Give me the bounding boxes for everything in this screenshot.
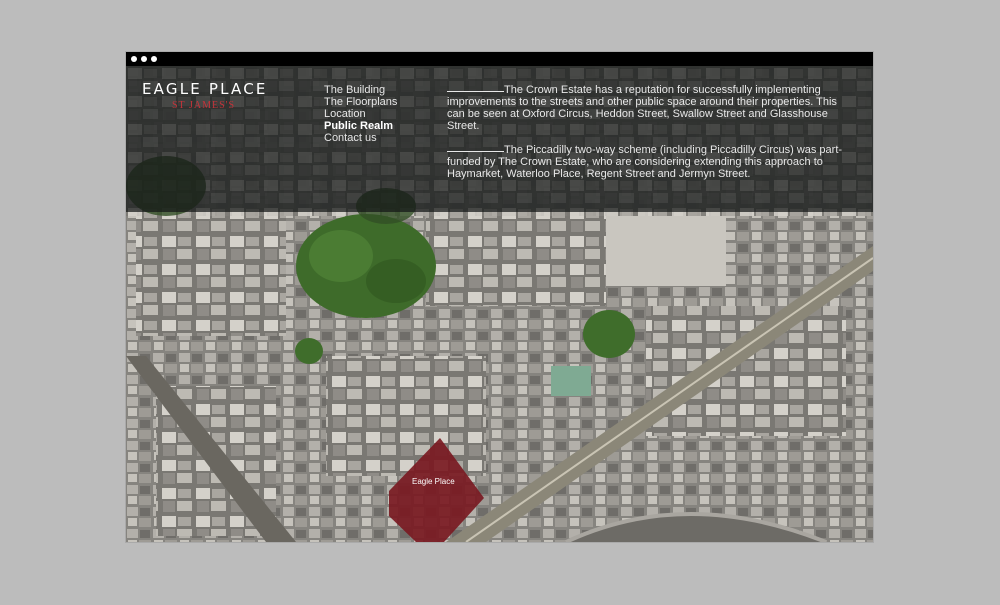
window-control-dot[interactable]: [141, 56, 147, 62]
paragraph-rule: [447, 91, 504, 92]
header-overlay: EAGLE PLACE ST JAMES'S The Building The …: [126, 66, 873, 212]
eagle-place-map-label[interactable]: Eagle Place: [412, 477, 455, 486]
paragraph-text: The Piccadilly two-way scheme (including…: [447, 144, 843, 180]
paragraph-text: The Crown Estate has a reputation for su…: [447, 84, 837, 132]
content-text: The Crown Estate has a reputation for su…: [447, 84, 847, 192]
nav-item-the-floorplans[interactable]: The Floorplans: [324, 96, 397, 108]
logo-subtitle: ST JAMES'S: [172, 100, 236, 111]
main-nav: The Building The Floorplans Location Pub…: [324, 84, 397, 144]
nav-item-the-building[interactable]: The Building: [324, 84, 397, 96]
paragraph-rule: [447, 151, 504, 152]
content-paragraph: The Crown Estate has a reputation for su…: [447, 84, 847, 132]
content-paragraph: The Piccadilly two-way scheme (including…: [447, 144, 847, 180]
nav-item-location[interactable]: Location: [324, 108, 397, 120]
logo-title[interactable]: EAGLE PLACE: [142, 80, 268, 98]
window-control-dot[interactable]: [131, 56, 137, 62]
window-control-dot[interactable]: [151, 56, 157, 62]
nav-item-public-realm[interactable]: Public Realm: [324, 120, 397, 132]
browser-window: EAGLE PLACE ST JAMES'S The Building The …: [126, 52, 873, 542]
window-titlebar: [126, 52, 873, 66]
nav-item-contact-us[interactable]: Contact us: [324, 132, 397, 144]
page-viewport: EAGLE PLACE ST JAMES'S The Building The …: [126, 66, 873, 542]
